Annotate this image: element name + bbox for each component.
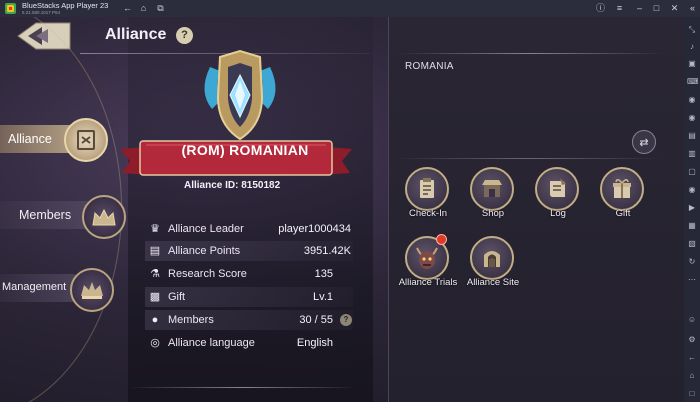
action-label: Shop (481, 208, 505, 219)
stat-value: 135 (314, 268, 333, 280)
sidebar-expand-icon[interactable]: ⤡ (687, 25, 697, 35)
nav-item-label: Members (19, 208, 72, 222)
action-label: Gift (615, 208, 631, 219)
window-titlebar: BlueStacks App Player 23 5.21.580.1017 P… (0, 0, 700, 17)
divider (128, 387, 358, 388)
window-version: 5.21.580.1017 P64 (22, 10, 61, 15)
volume-icon[interactable]: ♪ (687, 42, 697, 52)
clipboard-icon (405, 167, 449, 211)
shop-button[interactable]: Shop (463, 167, 523, 227)
alliance-trials-button[interactable]: Alliance Trials (398, 234, 458, 296)
alliance-id-label: Alliance ID: (184, 180, 239, 191)
crown-icon: ♛ (150, 223, 160, 235)
gift-icon (600, 167, 644, 211)
help-circle-icon[interactable]: ⓘ (594, 2, 607, 15)
members-crown-icon (82, 195, 126, 239)
location-icon[interactable]: ◉ (687, 113, 697, 123)
alliance-region: ROMANIA (405, 61, 454, 72)
stat-label: Alliance language (168, 337, 255, 349)
stat-row-gift: ▩ Gift Lv.1 (145, 287, 353, 307)
stat-row-research: ⚗ Research Score 135 (145, 264, 353, 284)
stat-value: English (296, 337, 333, 349)
action-label: Log (550, 208, 566, 219)
stat-value: Lv.1 (313, 291, 333, 303)
apk-icon[interactable]: ▧ (687, 239, 697, 249)
gallery-icon[interactable]: ▦ (687, 221, 697, 231)
fullscreen-icon[interactable]: ▣ (687, 59, 697, 69)
stat-value: player1000434 (278, 223, 351, 235)
alliance-name: (ROM) ROMANIAN (181, 142, 309, 158)
alliance-emblem-icon (64, 118, 108, 162)
alliance-site-button[interactable]: Alliance Site (463, 236, 523, 296)
back-arrow-icon[interactable]: ← (121, 2, 134, 15)
members-help-button[interactable]: ? (340, 314, 352, 326)
home-icon[interactable]: ⌂ (137, 2, 150, 15)
log-button[interactable]: Log (528, 167, 588, 227)
action-label: Check-In (408, 208, 447, 219)
macro-icon[interactable]: ▤ (687, 131, 697, 141)
record-icon[interactable]: ◉ (687, 95, 697, 105)
sidebar-home-icon[interactable]: ⌂ (687, 371, 697, 381)
game-screen: Alliance ? Alliance Members Management (… (0, 17, 684, 402)
stat-row-members: ● Members 30 / 55 ? (145, 310, 353, 330)
divider (396, 53, 664, 54)
help-button[interactable]: ? (176, 27, 193, 44)
minimize-icon[interactable]: – (633, 2, 646, 15)
stat-label: Research Score (168, 268, 247, 280)
close-icon[interactable]: ✕ (668, 2, 681, 15)
more-icon[interactable]: ⋯ (687, 275, 697, 285)
chart-icon: ▤ (149, 245, 161, 257)
alliance-id: Alliance ID: 8150182 (184, 180, 280, 191)
stat-label: Members (168, 314, 214, 326)
collapse-sidebar-icon[interactable]: « (686, 2, 699, 15)
video-icon[interactable]: ▶ (687, 203, 697, 213)
stat-value: 3951.42K (303, 245, 351, 257)
stat-value: 30 / 55 (299, 314, 333, 326)
person-icon: ● (151, 314, 159, 326)
stat-label: Gift (168, 291, 186, 303)
menu-icon[interactable]: ≡ (613, 2, 626, 15)
stat-row-language: ◎ Alliance language English (145, 333, 353, 353)
sidebar-recent-icon[interactable]: □ (687, 389, 697, 399)
scroll-icon (535, 167, 579, 211)
stat-row-leader: ♛ Alliance Leader player1000434 (145, 219, 353, 239)
page-title: Alliance (105, 26, 167, 43)
stat-label: Alliance Points (168, 245, 241, 257)
divider (396, 158, 664, 159)
alliance-crest-icon (204, 49, 276, 141)
screenshot-icon[interactable]: ▢ (687, 167, 697, 177)
action-label: Alliance Site (466, 277, 520, 288)
rotate-icon[interactable]: ↻ (687, 257, 697, 267)
maximize-icon[interactable]: □ (650, 2, 663, 15)
notification-dot (436, 234, 447, 245)
management-crown-icon (70, 268, 114, 312)
gift-button[interactable]: Gift (593, 167, 653, 227)
keyboard-icon[interactable]: ⌨ (687, 77, 699, 87)
check-in-button[interactable]: Check-In (398, 167, 458, 227)
nav-item-label: Alliance (8, 132, 52, 146)
stat-label: Alliance Leader (168, 223, 244, 235)
shop-icon (470, 167, 514, 211)
window-title: BlueStacks App Player 23 (22, 1, 109, 10)
avatar-icon[interactable]: ☺ (687, 315, 697, 325)
camera-icon[interactable]: ◉ (687, 185, 697, 195)
swap-icon[interactable]: ⇄ (632, 130, 656, 154)
globe-icon: ◎ (150, 337, 160, 349)
gift-icon: ▩ (149, 291, 161, 303)
bluestacks-logo-icon (5, 3, 16, 14)
multi-window-icon[interactable]: ⧉ (154, 2, 167, 15)
settings-gear-icon[interactable]: ⚙ (687, 335, 697, 345)
stat-row-points: ▤ Alliance Points 3951.42K (145, 241, 353, 261)
alliance-id-value: 8150182 (241, 180, 281, 191)
flask-icon: ⚗ (150, 268, 160, 280)
action-label: Alliance Trials (398, 277, 458, 288)
gate-icon (470, 236, 514, 280)
multi-instance-icon[interactable]: ▥ (687, 149, 697, 159)
sidebar-back-icon[interactable]: ← (687, 353, 697, 363)
bluestacks-sidebar: ⤡ ♪ ▣ ⌨ ◉ ◉ ▤ ▥ ▢ ◉ ▶ ▦ ▧ ↻ ⋯ ☺ ⚙ ← ⌂ □ (684, 17, 700, 402)
nav-item-label: Management (2, 281, 67, 293)
